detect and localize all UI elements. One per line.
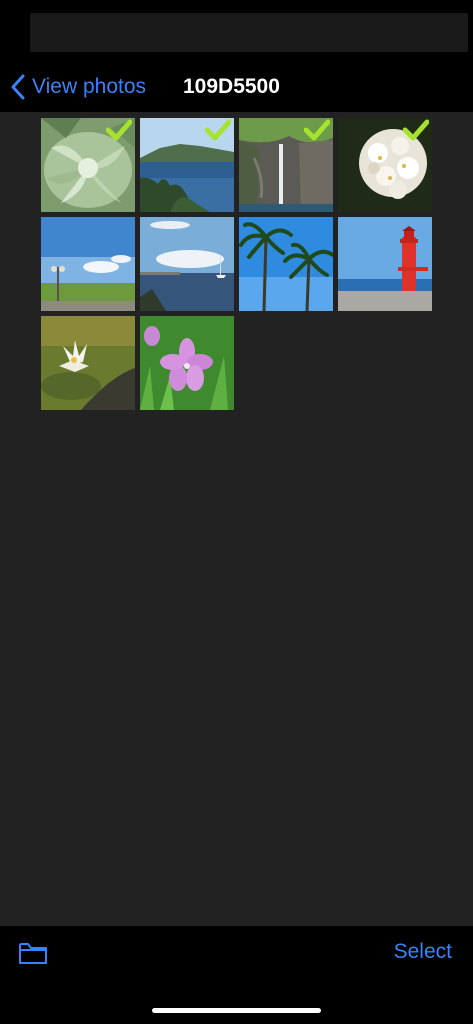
photo-thumbnail-sea-bay[interactable] [140, 118, 234, 212]
photo-grid [0, 112, 473, 926]
photo-thumbnail-waterfall[interactable] [239, 118, 333, 212]
palm-trees-photo [239, 217, 333, 311]
page-title: 109D5500 [183, 75, 280, 98]
photo-thumbnail-lighthouse[interactable] [338, 217, 432, 311]
folder-icon[interactable] [18, 940, 48, 966]
home-indicator[interactable] [152, 1008, 321, 1013]
photo-thumbnail-white-flowers[interactable] [338, 118, 432, 212]
checkmark-icon [403, 119, 429, 141]
streetlamp-field-photo [41, 217, 135, 311]
lighthouse-photo [338, 217, 432, 311]
bottom-toolbar: Select [0, 926, 473, 1024]
status-bar [0, 0, 473, 62]
checkmark-icon [304, 119, 330, 141]
photo-thumbnail-streetlamp-field[interactable] [41, 217, 135, 311]
checkmark-icon [106, 119, 132, 141]
back-button-label: View photos [32, 75, 147, 98]
photo-thumbnail-pink-flower[interactable] [140, 316, 234, 410]
harbor-photo [140, 217, 234, 311]
pink-flower-photo [140, 316, 234, 410]
photo-thumbnail-water-lily[interactable] [41, 316, 135, 410]
photo-thumbnail-palm-trees[interactable] [239, 217, 333, 311]
water-lily-photo [41, 316, 135, 410]
navigation-bar: View photos 109D5500 [0, 62, 473, 112]
select-button[interactable]: Select [394, 940, 452, 964]
back-button[interactable]: View photos [10, 70, 146, 104]
photo-thumbnail-harbor[interactable] [140, 217, 234, 311]
status-bar-redacted [30, 13, 468, 52]
photo-thumbnail-succulent[interactable] [41, 118, 135, 212]
chevron-left-icon [11, 74, 25, 100]
checkmark-icon [205, 119, 231, 141]
